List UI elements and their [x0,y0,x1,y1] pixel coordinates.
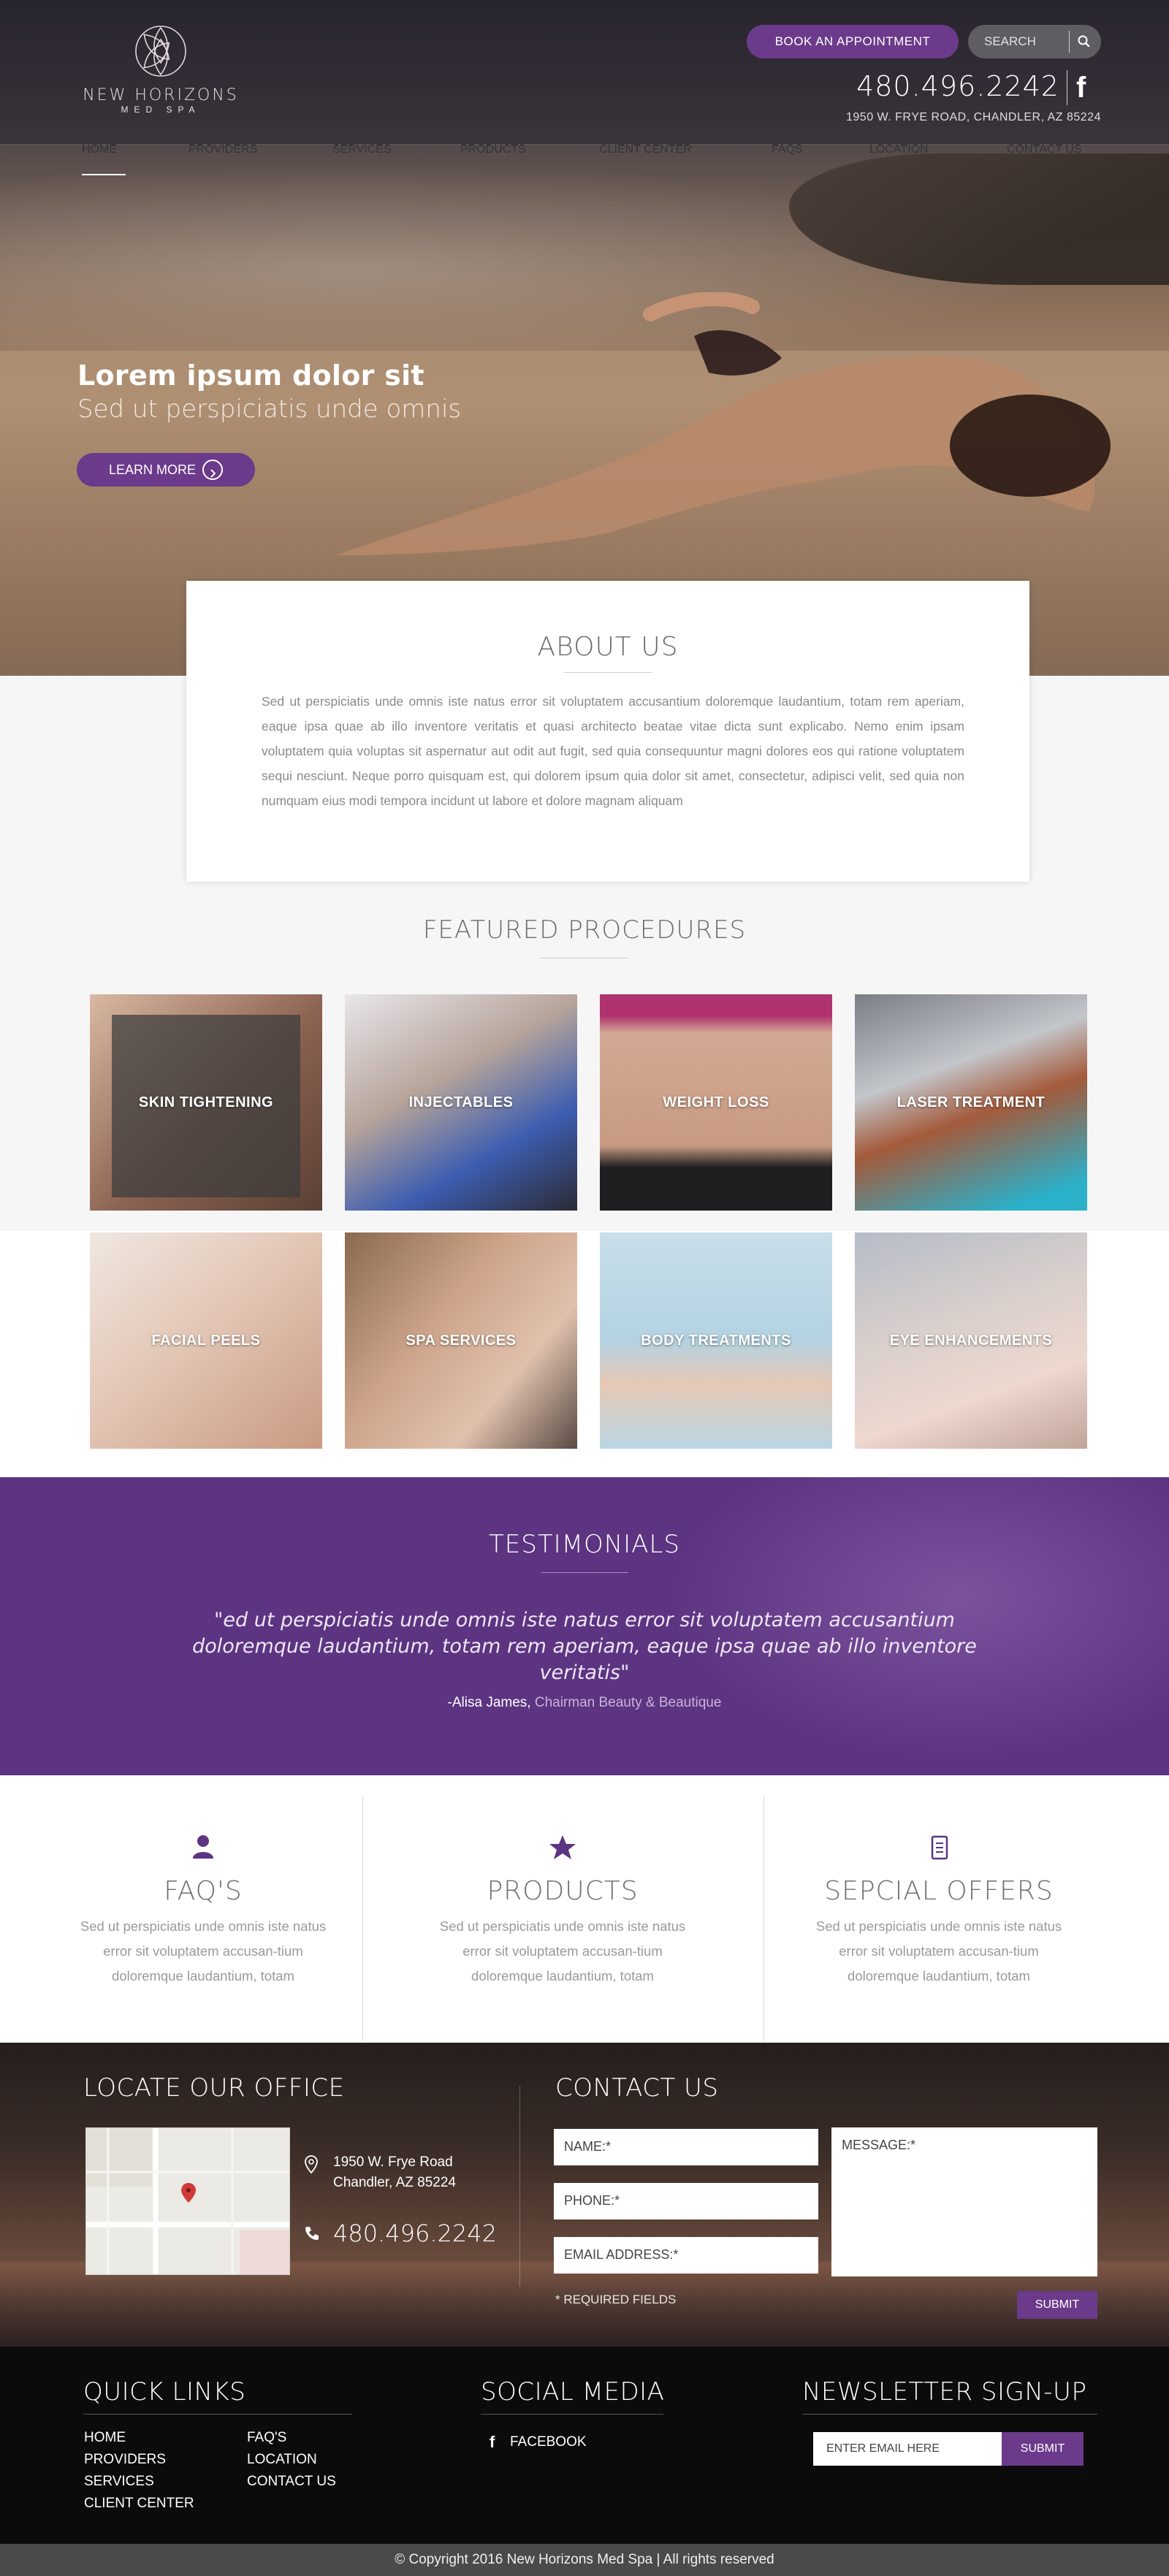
procedure-label: WEIGHT LOSS [663,1094,769,1110]
office-phone[interactable]: 480.496.2242 [333,2219,497,2247]
testimonials-title: TESTIMONIALS [489,1530,680,1559]
info-title: FAQ'S [164,1876,243,1906]
logo[interactable]: NEW HORIZONS MED SPA [80,22,241,115]
procedure-label: INJECTABLES [408,1094,514,1110]
procedure-label: BODY TREATMENTS [641,1332,791,1349]
footer-link-client-center[interactable]: CLIENT CENTER [84,2496,194,2512]
testimonials-divider [541,1572,628,1573]
lotus-logo-icon [135,26,186,77]
info-divider [362,1796,363,2041]
nav-item-contact-us[interactable]: CONTACT US [1007,143,1169,178]
learn-more-label: LEARN MORE [109,462,197,477]
testimonial-author-org: Chairman Beauty & Beautique [534,1695,722,1710]
info-text: Sed ut perspiciatis unde omnis iste natu… [80,1918,327,1984]
user-icon [193,1835,213,1859]
newsletter-submit-button[interactable]: SUBMIT [1002,2432,1084,2466]
quick-links-title: QUICK LINKS [83,2377,246,2407]
location-pin-icon [305,2155,318,2174]
about-card: ABOUT US Sed ut perspiciatis unde omnis … [186,581,1029,882]
procedure-label: FACIAL PEELS [151,1332,261,1349]
facebook-link[interactable]: FACEBOOK [510,2434,587,2450]
search-icon[interactable] [1076,34,1092,50]
hero-subtitle: Sed ut perspiciatis unde omnis [77,395,462,424]
header-phone[interactable]: 480.496.2242 [840,70,1059,102]
testimonial-author-name: -Alisa James, [447,1695,531,1710]
procedure-tile-eye-enhancements[interactable]: EYE ENHANCEMENTS [855,1232,1087,1449]
info-text: Sed ut perspiciatis unde omnis iste natu… [815,1918,1062,1984]
procedure-label: EYE ENHANCEMENTS [889,1332,1053,1349]
copyright: © Copyright 2016 New Horizons Med Spa | … [0,2544,1169,2576]
footer-link-home[interactable]: HOME [84,2430,126,2446]
procedure-tile-weight-loss[interactable]: WEIGHT LOSS [600,994,832,1211]
search-divider [1069,31,1070,53]
procedure-tile-injectables[interactable]: INJECTABLES [345,994,577,1211]
procedure-label: LASER TREATMENT [896,1094,1046,1110]
office-address-line1: 1950 W. Frye Road [333,2154,453,2170]
footer-link-contact-us[interactable]: CONTACT US [247,2474,336,2490]
newsletter-divider [802,2414,1097,2415]
phone-field[interactable]: PHONE:* [554,2183,818,2219]
info-title: SEPCIAL OFFERS [824,1876,1054,1906]
newsletter-title: NEWSLETTER SIGN-UP [802,2377,1087,2407]
footer-link-faqs[interactable]: FAQ'S [247,2430,286,2446]
info-column-faqs[interactable]: FAQ'S Sed ut perspiciatis unde omnis ist… [6,1796,400,2041]
social-media-title: SOCIAL MEDIA [481,2377,665,2407]
info-text: Sed ut perspiciatis unde omnis iste natu… [439,1918,686,1984]
procedure-tile-skin-tightening[interactable]: SKIN TIGHTENING [90,994,322,1211]
testimonial-author: -Alisa James, Chairman Beauty & Beautiqu… [0,1695,1169,1711]
office-address: 1950 W. Frye Road Chandler, AZ 85224 [333,2152,456,2193]
contact-column-divider [519,2086,520,2287]
procedure-label: SPA SERVICES [405,1332,517,1349]
contact-submit-button[interactable]: SUBMIT [1017,2291,1097,2319]
procedure-label: SKIN TIGHTENING [138,1094,274,1110]
nav-active-indicator [82,174,126,175]
office-map[interactable] [85,2127,290,2275]
footer-link-providers[interactable]: PROVIDERS [84,2452,166,2468]
facebook-icon[interactable]: f [1076,73,1095,102]
about-text: Sed ut perspiciatis unde omnis iste natu… [262,694,964,808]
about-title: ABOUT US [537,632,679,662]
hero-title: Lorem ipsum dolor sit [77,359,424,392]
testimonial-quote: "ed ut perspiciatis unde omnis iste natu… [192,1609,977,1684]
star-icon [549,1835,576,1859]
message-field[interactable]: MESSAGE:* [831,2127,1097,2276]
facebook-icon[interactable]: f [490,2433,495,2452]
info-column-products[interactable]: PRODUCTS Sed ut perspiciatis unde omnis … [365,1796,760,2041]
hero-model-image [336,292,1111,555]
info-column-special-offers[interactable]: SEPCIAL OFFERS Sed ut perspiciatis unde … [742,1796,1136,2041]
contact-us-title: CONTACT US [555,2073,719,2103]
procedure-tile-laser-treatment[interactable]: LASER TREATMENT [855,994,1087,1211]
quick-links-divider [83,2414,352,2415]
arrow-right-icon [202,460,223,480]
procedure-tile-facial-peels[interactable]: FACIAL PEELS [90,1232,322,1449]
phone-icon [305,2227,319,2240]
featured-title: FEATURED PROCEDURES [422,915,747,945]
testimonials-section: TESTIMONIALS "ed ut perspiciatis unde om… [0,1477,1169,1775]
locate-office-title: LOCATE OUR OFFICE [83,2073,345,2103]
procedure-tile-spa-services[interactable]: SPA SERVICES [345,1232,577,1449]
procedure-tile-body-treatments[interactable]: BODY TREATMENTS [600,1232,832,1449]
document-icon [931,1835,948,1860]
featured-divider [541,958,628,959]
email-field[interactable]: EMAIL ADDRESS:* [554,2237,818,2274]
office-address-line2: Chandler, AZ 85224 [333,2175,456,2190]
logo-line2: MED SPA [121,104,201,115]
name-field[interactable]: NAME:* [554,2129,818,2165]
book-appointment-button[interactable]: BOOK AN APPOINTMENT [747,25,959,58]
search-box[interactable]: SEARCH [968,25,1101,58]
map-image [86,2128,289,2274]
search-input[interactable]: SEARCH [984,25,1036,58]
newsletter-email-input[interactable]: ENTER EMAIL HERE [813,2432,1002,2466]
header-address: 1950 W. FRYE ROAD, CHANDLER, AZ 85224 [846,111,1101,123]
learn-more-button[interactable]: LEARN MORE [77,453,255,487]
info-title: PRODUCTS [487,1876,639,1906]
social-media-divider [481,2414,663,2415]
logo-line1: NEW HORIZONS [83,86,239,104]
required-fields-note: * REQUIRED FIELDS [555,2293,677,2306]
about-divider [564,672,652,673]
footer-link-location[interactable]: LOCATION [247,2452,317,2468]
footer-link-services[interactable]: SERVICES [84,2474,154,2490]
